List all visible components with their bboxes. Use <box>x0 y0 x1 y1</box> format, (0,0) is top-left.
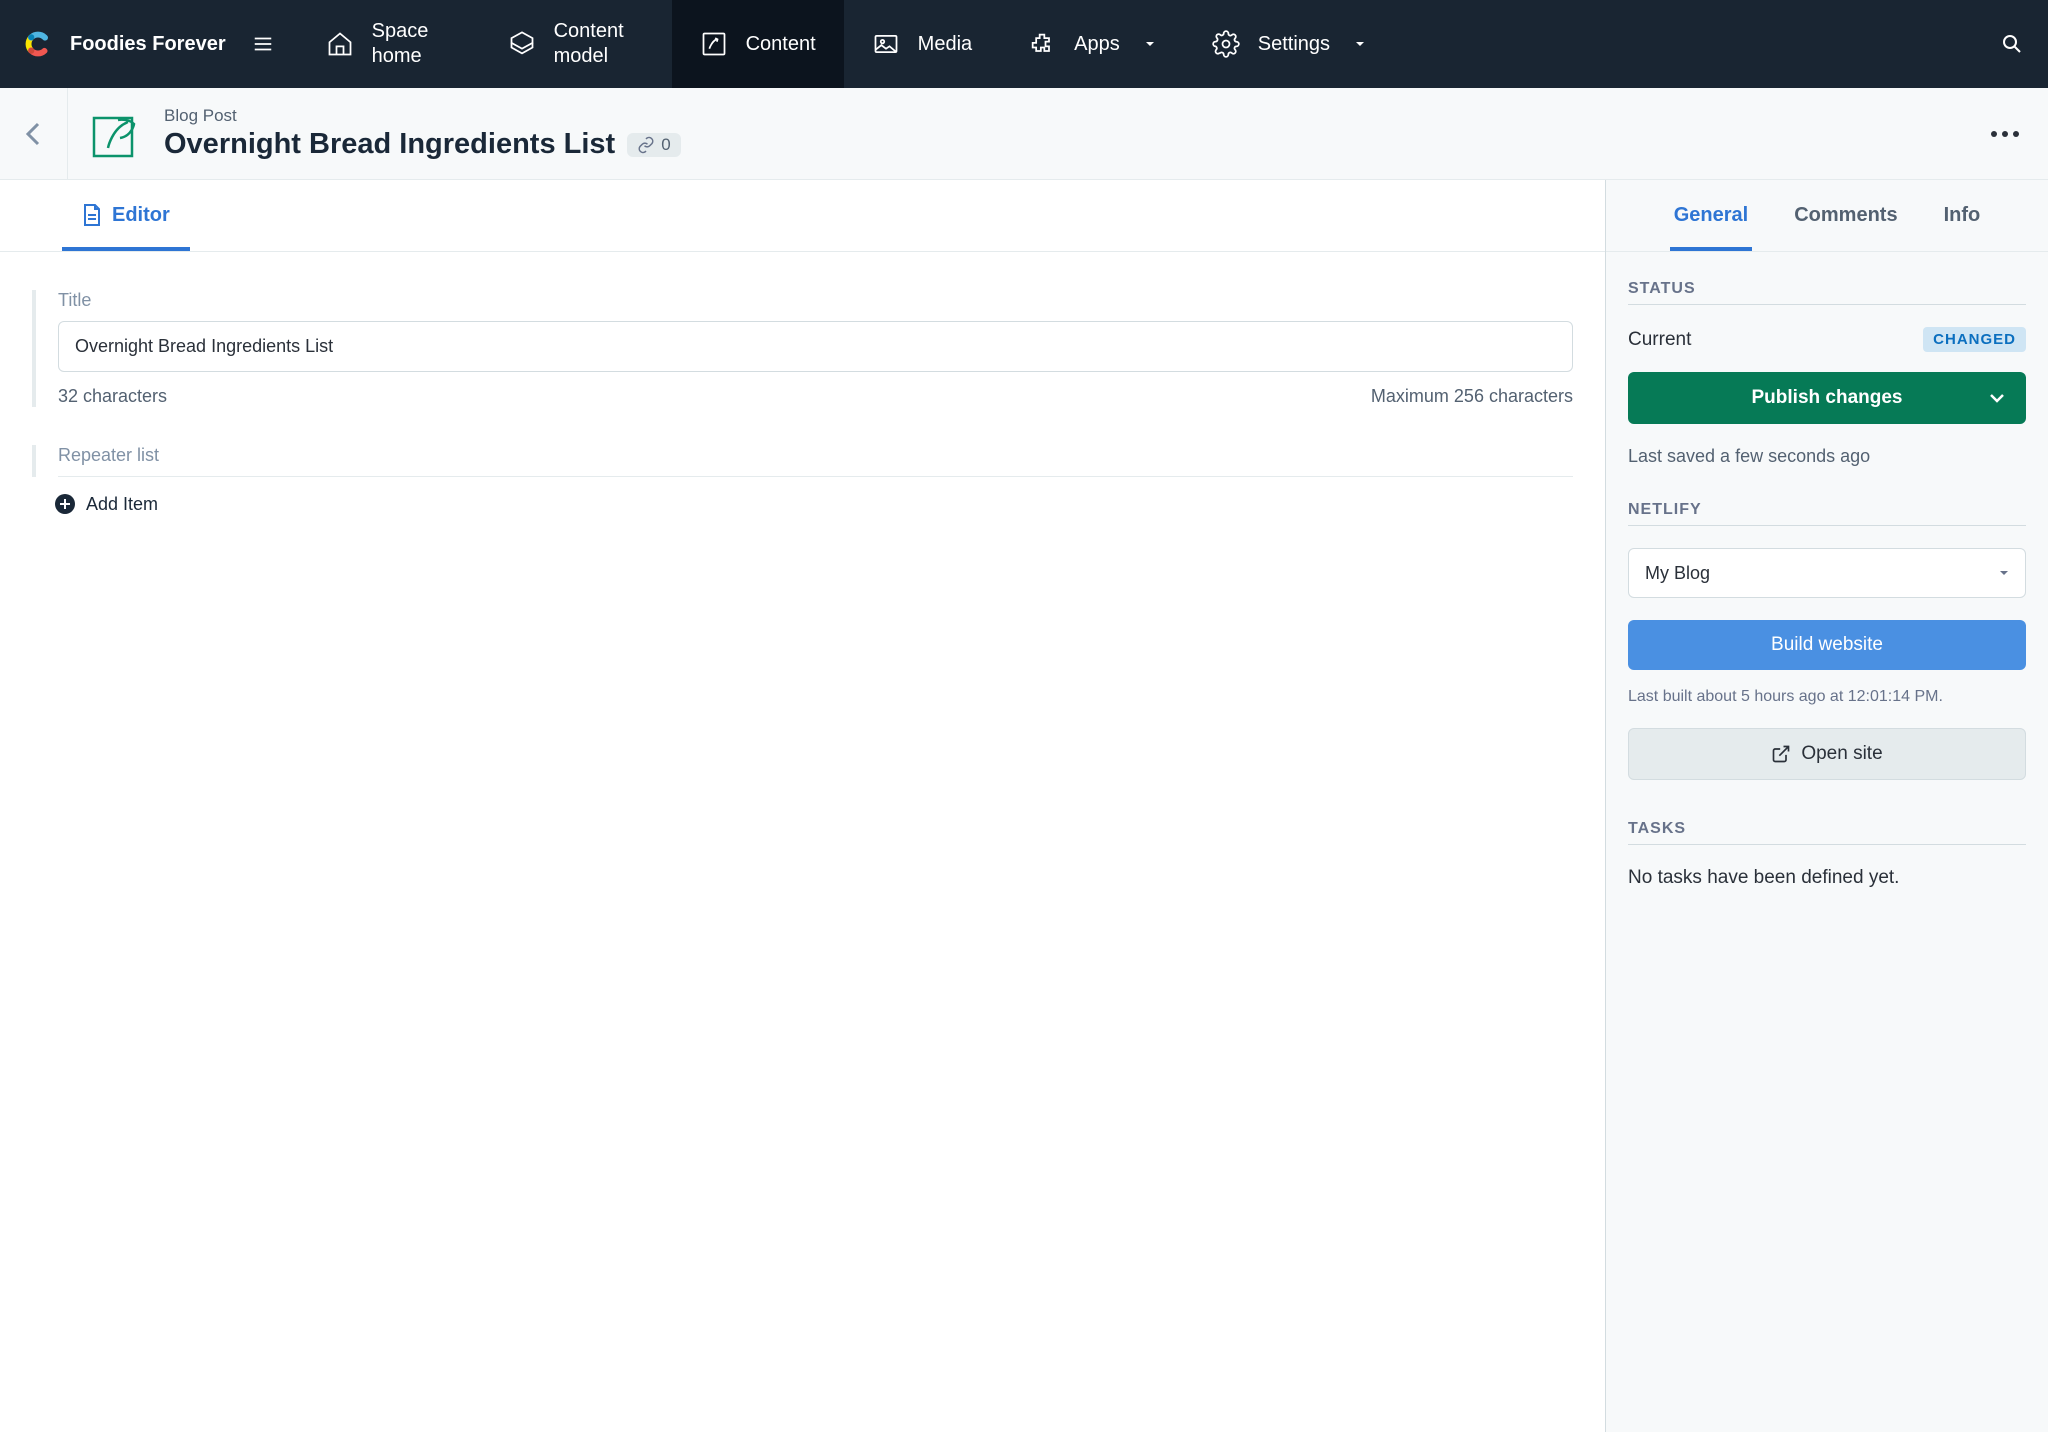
open-site-button[interactable]: Open site <box>1628 728 2026 780</box>
title-input[interactable] <box>58 321 1573 372</box>
title-label: Title <box>58 290 1573 311</box>
last-saved-text: Last saved a few seconds ago <box>1628 446 2026 467</box>
status-changed-badge: CHANGED <box>1923 327 2026 352</box>
publish-label: Publish changes <box>1752 387 1903 409</box>
entry-heading: Blog Post Overnight Bread Ingredients Li… <box>164 106 681 161</box>
nav-label: Media <box>918 32 972 57</box>
brand: Foodies Forever <box>0 0 298 88</box>
divider <box>58 476 1573 477</box>
tab-general[interactable]: General <box>1670 204 1752 251</box>
add-item-button[interactable]: Add Item <box>32 493 1573 515</box>
nav-content-model[interactable]: Content model <box>480 0 672 88</box>
entry-title: Overnight Bread Ingredients List 0 <box>164 128 681 161</box>
brand-name: Foodies Forever <box>70 33 226 56</box>
title-field: Title 32 characters Maximum 256 characte… <box>0 252 1605 407</box>
tab-editor[interactable]: Editor <box>62 203 190 251</box>
tab-info[interactable]: Info <box>1940 204 1985 251</box>
tab-label: Editor <box>112 204 170 227</box>
netlify-site-select[interactable]: My Blog <box>1628 548 2026 598</box>
repeater-label: Repeater list <box>58 445 1573 466</box>
entry-title-text: Overnight Bread Ingredients List <box>164 128 615 161</box>
tasks-empty-text: No tasks have been defined yet. <box>1628 867 2026 889</box>
char-count: 32 characters <box>58 386 167 407</box>
entry-header: Blog Post Overnight Bread Ingredients Li… <box>0 88 2048 180</box>
section-tasks-heading: Tasks <box>1628 820 2026 845</box>
content-icon <box>700 30 728 58</box>
search-button[interactable] <box>1976 0 2048 88</box>
contentful-logo-icon <box>24 30 52 58</box>
netlify-site-selected: My Blog <box>1645 563 1710 584</box>
section-netlify-heading: Netlify <box>1628 501 2026 526</box>
external-link-icon <box>1771 744 1791 764</box>
repeater-field: Repeater list Add Item <box>0 407 1605 515</box>
side-body: Status Current CHANGED Publish changes L… <box>1606 252 2048 917</box>
caret-down-icon <box>1144 38 1156 50</box>
link-count: 0 <box>661 135 670 155</box>
publish-button[interactable]: Publish changes <box>1628 372 2026 424</box>
nav-label: Content model <box>554 19 644 69</box>
main-column: Editor Title 32 characters Maximum 256 c… <box>0 180 1606 1432</box>
nav-label: Content <box>746 32 816 57</box>
entry-type-label: Blog Post <box>164 106 681 126</box>
document-icon <box>82 203 102 227</box>
nav-space-home[interactable]: Space home <box>298 0 480 88</box>
open-site-label: Open site <box>1801 743 1882 765</box>
chevron-left-icon <box>24 120 44 148</box>
media-icon <box>872 30 900 58</box>
apps-icon <box>1028 30 1056 58</box>
char-max: Maximum 256 characters <box>1371 386 1573 407</box>
section-status-heading: Status <box>1628 280 2026 305</box>
gear-icon <box>1212 30 1240 58</box>
chevron-down-icon <box>1988 389 2006 407</box>
main-tabs: Editor <box>0 180 1605 252</box>
content-area: Editor Title 32 characters Maximum 256 c… <box>0 180 2048 1432</box>
nav-apps[interactable]: Apps <box>1000 0 1184 88</box>
nav-media[interactable]: Media <box>844 0 1000 88</box>
back-button[interactable] <box>0 88 68 179</box>
add-item-label: Add Item <box>86 494 158 515</box>
side-panel: General Comments Info Status Current CHA… <box>1606 180 2048 1432</box>
nav-settings[interactable]: Settings <box>1184 0 1394 88</box>
link-icon <box>637 136 655 154</box>
nav-label: Space home <box>372 19 452 69</box>
dots-horizontal-icon <box>1990 130 2020 138</box>
caret-down-icon <box>1999 568 2009 578</box>
menu-icon[interactable] <box>252 33 274 55</box>
nav-label: Settings <box>1258 32 1330 57</box>
home-icon <box>326 30 354 58</box>
tab-comments[interactable]: Comments <box>1790 204 1901 251</box>
entry-type-icon <box>90 108 142 160</box>
plus-circle-icon <box>54 493 76 515</box>
more-actions-button[interactable] <box>1962 125 2048 143</box>
caret-down-icon <box>1354 38 1366 50</box>
search-icon <box>2000 32 2024 56</box>
model-icon <box>508 30 536 58</box>
top-nav: Foodies Forever Space home Content model… <box>0 0 2048 88</box>
side-tabs: General Comments Info <box>1606 180 2048 252</box>
last-built-text: Last built about 5 hours ago at 12:01:14… <box>1628 688 2026 706</box>
build-website-button[interactable]: Build website <box>1628 620 2026 670</box>
status-current-label: Current <box>1628 329 1691 351</box>
references-badge[interactable]: 0 <box>627 133 680 157</box>
status-row: Current CHANGED <box>1628 327 2026 352</box>
nav-content[interactable]: Content <box>672 0 844 88</box>
nav-label: Apps <box>1074 32 1120 57</box>
